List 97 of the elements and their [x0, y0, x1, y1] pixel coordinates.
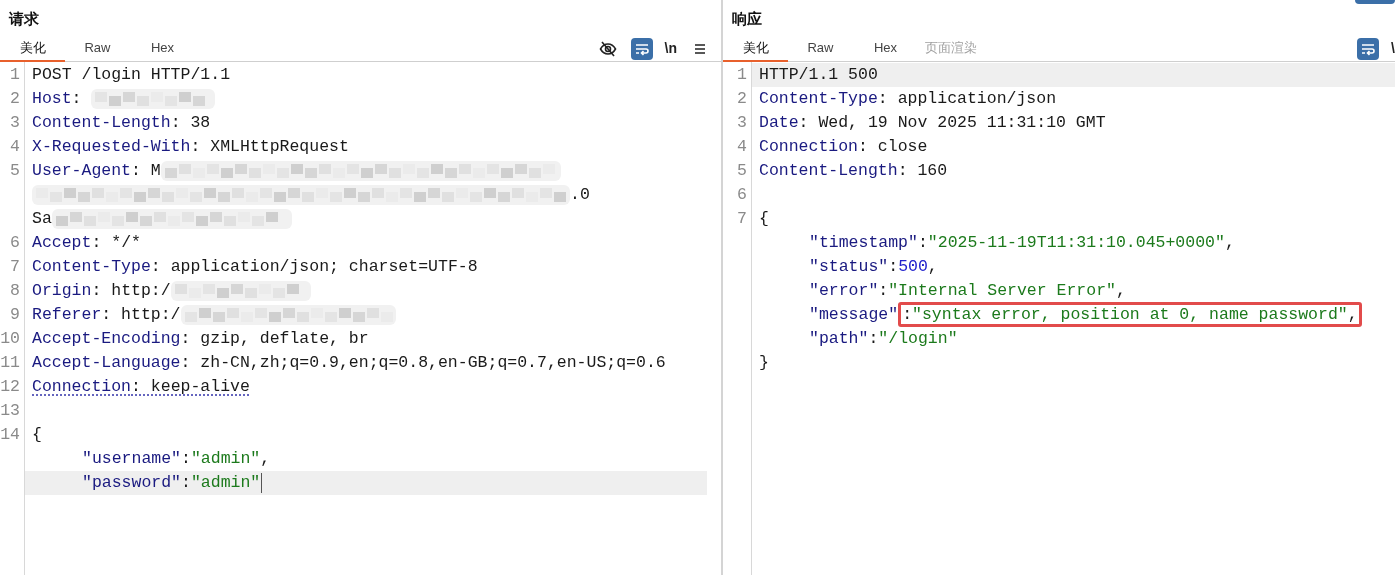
- code-text: :: [868, 329, 879, 348]
- code-text: : http:/: [101, 305, 181, 324]
- line-number: 2: [10, 89, 20, 108]
- line-number: 6: [737, 185, 747, 204]
- line-number: 11: [0, 353, 20, 372]
- code-string: "admin": [190, 449, 261, 468]
- code-text: {: [32, 425, 42, 444]
- code-text: ,: [927, 257, 938, 276]
- code-text: :: [71, 89, 83, 108]
- code-text: : 38: [170, 113, 211, 132]
- code-key: Origin: [32, 281, 92, 300]
- tab[interactable]: 美化: [723, 35, 788, 62]
- code-key: "message": [809, 305, 899, 324]
- tab[interactable]: 美化: [0, 35, 65, 62]
- code-text: : M: [131, 161, 161, 180]
- code-key: "password": [82, 473, 182, 492]
- code-string: "Internal Server Error": [888, 281, 1116, 300]
- line-number: 1: [10, 65, 20, 84]
- code-text: ,: [1224, 233, 1235, 252]
- code-text: :: [878, 281, 889, 300]
- code-key: "timestamp": [809, 233, 918, 252]
- line-number: 5: [10, 161, 20, 180]
- line-number: 1: [737, 65, 747, 84]
- code-text: ,: [1347, 305, 1358, 324]
- code-text: : */*: [91, 233, 141, 252]
- code-text: : gzip, deflate, br: [180, 329, 369, 348]
- wrap-icon[interactable]: [630, 37, 653, 60]
- code-text: POST /login HTTP/1.1: [32, 65, 231, 84]
- code-text: : close: [858, 137, 928, 156]
- button-edge[interactable]: [1355, 0, 1395, 4]
- code-string: "admin": [190, 473, 261, 492]
- line-number: 9: [10, 305, 20, 324]
- code-string: "syntax error, position at 0, name password": [912, 305, 1348, 324]
- code-text: :: [181, 473, 191, 492]
- code-text: : 160: [897, 161, 948, 180]
- code-key: Accept: [32, 233, 92, 252]
- code-text: : application/json: [877, 89, 1057, 108]
- line-number: 7: [737, 209, 747, 228]
- code-key: Accept-Encoding: [32, 329, 181, 348]
- code-key: Connection: [32, 377, 132, 396]
- line-number: 8: [10, 281, 20, 300]
- code-key: Content-Length: [759, 161, 898, 180]
- pane-title: 请求: [9, 8, 39, 29]
- pane-title: 响应: [732, 8, 762, 29]
- code-key: "status": [809, 257, 889, 276]
- code-text: : zh-CN,zh;q=0.9,en;q=0.8,en-GB;q=0.7,en-US;q=0.6: [180, 353, 666, 372]
- code-text: ,: [260, 449, 271, 468]
- code-text: :: [181, 449, 191, 468]
- code-text: : application/json; charset=UTF-8: [150, 257, 478, 276]
- line-number: 7: [10, 257, 20, 276]
- newline-toggle[interactable]: \: [1391, 37, 1395, 60]
- code-key: Host: [32, 89, 72, 108]
- tab[interactable]: Raw: [65, 35, 130, 62]
- code-key: Date: [759, 113, 799, 132]
- code-key: Content-Type: [32, 257, 151, 276]
- line-number: 10: [0, 329, 20, 348]
- code-text: HTTP/1.1 500: [759, 65, 878, 84]
- code-string: "/login": [878, 329, 958, 348]
- code-key: "username": [82, 449, 182, 468]
- line-number: 12: [0, 377, 20, 396]
- line-number: 3: [737, 113, 747, 132]
- code-text: ,: [1115, 281, 1126, 300]
- code-text: :: [917, 233, 928, 252]
- code-key: Content-Length: [32, 113, 171, 132]
- code-text: {: [759, 209, 769, 228]
- code-text: : keep-alive: [131, 377, 250, 396]
- code-key: Referer: [32, 305, 102, 324]
- tab[interactable]: Hex: [130, 35, 195, 62]
- code-text: .0: [570, 185, 590, 204]
- code-key: Connection: [759, 137, 859, 156]
- code-key: X-Requested-With: [32, 137, 191, 156]
- newline-toggle[interactable]: \n: [664, 37, 677, 60]
- code-key: User-Agent: [32, 161, 132, 180]
- code-text: : Wed, 19 Nov 2025 11:31:10 GMT: [798, 113, 1106, 132]
- code-text: Sa: [32, 209, 52, 228]
- code-text: : XMLHttpRequest: [190, 137, 349, 156]
- code-text: :: [902, 305, 913, 324]
- wrap-icon[interactable]: [1357, 37, 1380, 60]
- code-key: Accept-Language: [32, 353, 181, 372]
- line-number: 4: [10, 137, 20, 156]
- code-number: 500: [898, 257, 928, 276]
- line-number: 13: [0, 401, 20, 420]
- line-number: 2: [737, 89, 747, 108]
- line-number: 5: [737, 161, 747, 180]
- line-number: 3: [10, 113, 20, 132]
- code-string: "2025-11-19T11:31:10.045+0000": [927, 233, 1225, 252]
- code-text: }: [759, 353, 769, 372]
- line-number: 14: [0, 425, 20, 444]
- code-text: : http:/: [91, 281, 171, 300]
- code-key: "path": [809, 329, 869, 348]
- tab[interactable]: Raw: [788, 35, 853, 62]
- code-text: :: [888, 257, 899, 276]
- code-key: Content-Type: [759, 89, 878, 108]
- line-number: 6: [10, 233, 20, 252]
- line-number: 4: [737, 137, 747, 156]
- tab[interactable]: Hex: [853, 35, 918, 62]
- code-key: "error": [809, 281, 879, 300]
